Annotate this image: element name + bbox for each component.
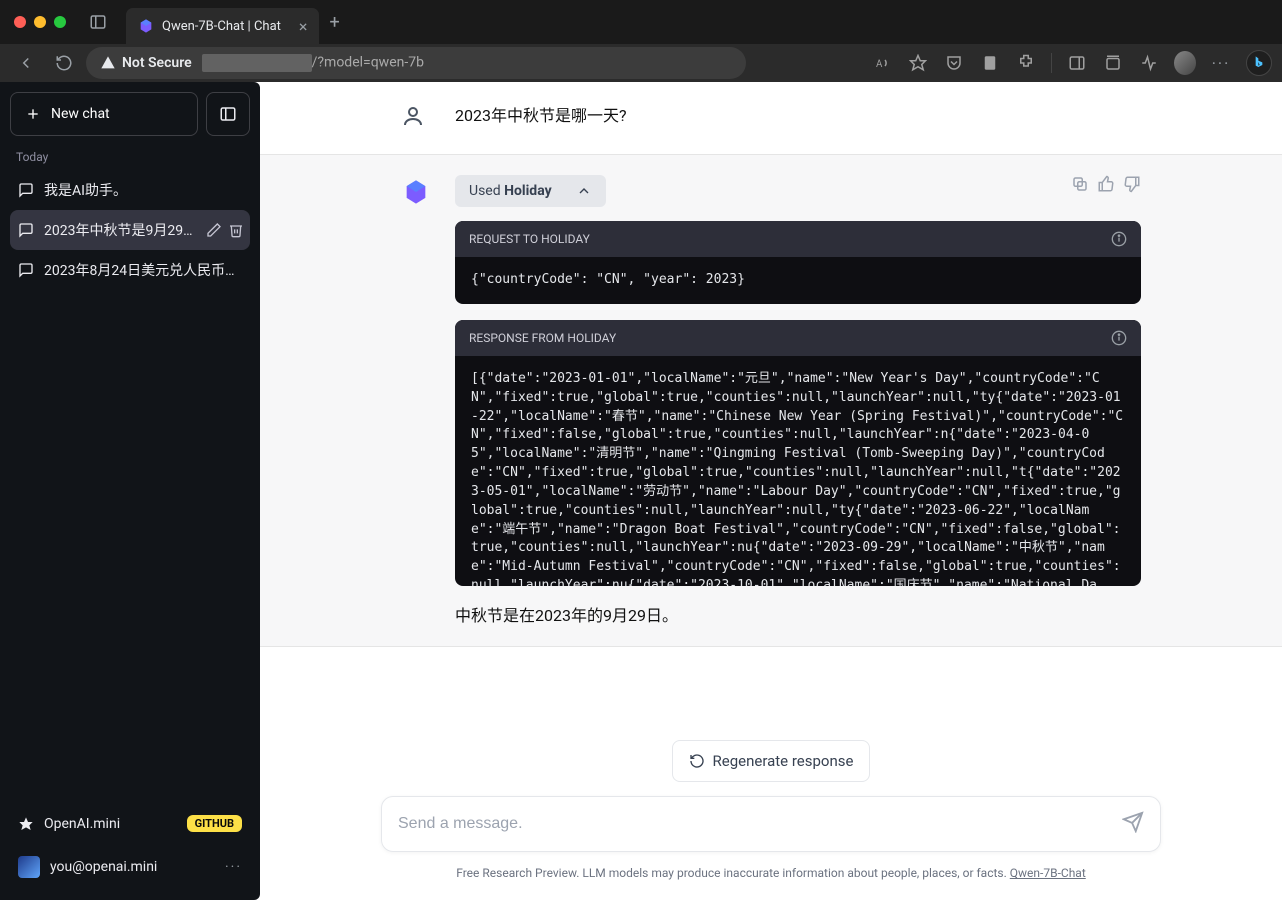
user-message-row: 2023年中秋节是哪一天? bbox=[260, 82, 1282, 154]
user-avatar-icon bbox=[401, 104, 431, 134]
delete-icon[interactable] bbox=[228, 222, 244, 238]
plus-icon bbox=[25, 106, 41, 122]
conversation-item-active[interactable]: 2023年中秋节是9月29… bbox=[10, 210, 250, 250]
svg-text:A: A bbox=[876, 59, 883, 70]
request-block: REQUEST TO HOLIDAY {"countryCode": "CN",… bbox=[455, 221, 1141, 304]
conversation-label: 我是AI助手。 bbox=[44, 180, 242, 200]
sidebar-openai-mini[interactable]: OpenAI.mini GITHUB bbox=[10, 803, 250, 844]
new-chat-button[interactable]: New chat bbox=[10, 92, 198, 136]
response-body: [{"date":"2023-01-01","localName":"元旦","… bbox=[455, 356, 1141, 586]
regenerate-label: Regenerate response bbox=[713, 752, 854, 770]
refresh-icon bbox=[689, 753, 705, 769]
sidebar-panel-icon[interactable] bbox=[84, 8, 112, 36]
info-icon[interactable] bbox=[1111, 231, 1127, 247]
browser-refresh-button[interactable] bbox=[48, 47, 80, 79]
collections-icon[interactable] bbox=[1102, 52, 1124, 74]
window-close-icon[interactable] bbox=[14, 16, 26, 28]
more-icon[interactable]: ··· bbox=[1210, 52, 1232, 74]
section-today: Today bbox=[10, 136, 250, 170]
window-minimize-icon[interactable] bbox=[34, 16, 46, 28]
sidebar-user-row[interactable]: you@openai.mini ··· bbox=[10, 844, 250, 890]
user-avatar bbox=[18, 856, 40, 878]
extension-icon[interactable] bbox=[1015, 52, 1037, 74]
performance-icon[interactable] bbox=[1138, 52, 1160, 74]
tab-title: Qwen-7B-Chat | Chat bbox=[162, 19, 281, 34]
send-button[interactable] bbox=[1122, 811, 1144, 837]
chat-icon bbox=[18, 222, 34, 238]
page-icon[interactable] bbox=[979, 52, 1001, 74]
copy-icon[interactable] bbox=[1071, 175, 1089, 193]
edit-icon[interactable] bbox=[206, 222, 222, 238]
browser-back-button[interactable] bbox=[10, 47, 42, 79]
panel-icon bbox=[219, 105, 237, 123]
send-icon bbox=[1122, 811, 1144, 833]
tool-use-chip[interactable]: Used Holiday bbox=[455, 175, 606, 207]
assistant-answer-text: 中秋节是在2023年的9月29日。 bbox=[455, 602, 1141, 626]
thumbs-down-icon[interactable] bbox=[1123, 175, 1141, 193]
assistant-avatar-icon bbox=[401, 177, 431, 207]
response-block: RESPONSE FROM HOLIDAY [{"date":"2023-01-… bbox=[455, 320, 1141, 586]
tab-favicon-icon bbox=[138, 18, 154, 34]
warning-icon bbox=[100, 55, 116, 71]
profile-avatar[interactable] bbox=[1174, 52, 1196, 74]
github-badge: GITHUB bbox=[187, 815, 242, 832]
browser-tab[interactable]: Qwen-7B-Chat | Chat × bbox=[126, 8, 319, 44]
window-maximize-icon[interactable] bbox=[54, 16, 66, 28]
footer-link[interactable]: Qwen-7B-Chat bbox=[1010, 866, 1086, 880]
star-icon bbox=[18, 816, 34, 832]
response-header: RESPONSE FROM HOLIDAY bbox=[469, 331, 616, 345]
new-chat-label: New chat bbox=[51, 106, 110, 122]
conversation-item[interactable]: 2023年8月24日美元兑人民币… bbox=[10, 250, 250, 290]
chat-icon bbox=[18, 182, 34, 198]
security-status: Not Secure bbox=[100, 55, 192, 71]
user-email: you@openai.mini bbox=[50, 859, 157, 875]
conversation-item[interactable]: 我是AI助手。 bbox=[10, 170, 250, 210]
favorite-star-icon[interactable] bbox=[907, 52, 929, 74]
url-display: /?model=qwen-7b bbox=[202, 54, 424, 72]
user-message-text: 2023年中秋节是哪一天? bbox=[455, 102, 1141, 134]
composer-box[interactable] bbox=[381, 796, 1161, 852]
sidebar: New chat Today 我是AI助手。 2023年中秋节是9月29… 20… bbox=[0, 82, 260, 900]
info-icon[interactable] bbox=[1111, 330, 1127, 346]
regenerate-button[interactable]: Regenerate response bbox=[672, 740, 871, 782]
thumbs-up-icon[interactable] bbox=[1097, 175, 1115, 193]
pocket-icon[interactable] bbox=[943, 52, 965, 74]
openai-mini-label: OpenAI.mini bbox=[44, 816, 120, 832]
message-input[interactable] bbox=[398, 815, 1122, 833]
read-aloud-icon[interactable]: A bbox=[871, 52, 893, 74]
conversation-label: 2023年8月24日美元兑人民币… bbox=[44, 260, 242, 280]
request-header: REQUEST TO HOLIDAY bbox=[469, 232, 590, 246]
split-panel-icon[interactable] bbox=[1066, 52, 1088, 74]
assistant-message-row: Used Holiday REQUEST TO HOLIDAY {"countr… bbox=[260, 154, 1282, 647]
bing-icon[interactable] bbox=[1246, 50, 1272, 76]
footer-disclaimer: Free Research Preview. LLM models may pr… bbox=[456, 866, 1086, 880]
chat-icon bbox=[18, 262, 34, 278]
tab-close-icon[interactable]: × bbox=[299, 17, 308, 36]
request-body: {"countryCode": "CN", "year": 2023} bbox=[455, 257, 1141, 304]
new-tab-button[interactable]: + bbox=[329, 12, 339, 33]
address-bar[interactable]: Not Secure /?model=qwen-7b bbox=[86, 47, 746, 79]
url-redacted bbox=[202, 54, 312, 72]
sidebar-collapse-button[interactable] bbox=[206, 92, 250, 136]
chevron-up-icon bbox=[576, 183, 592, 199]
window-traffic-lights[interactable] bbox=[14, 16, 66, 28]
more-icon[interactable]: ··· bbox=[225, 859, 242, 875]
